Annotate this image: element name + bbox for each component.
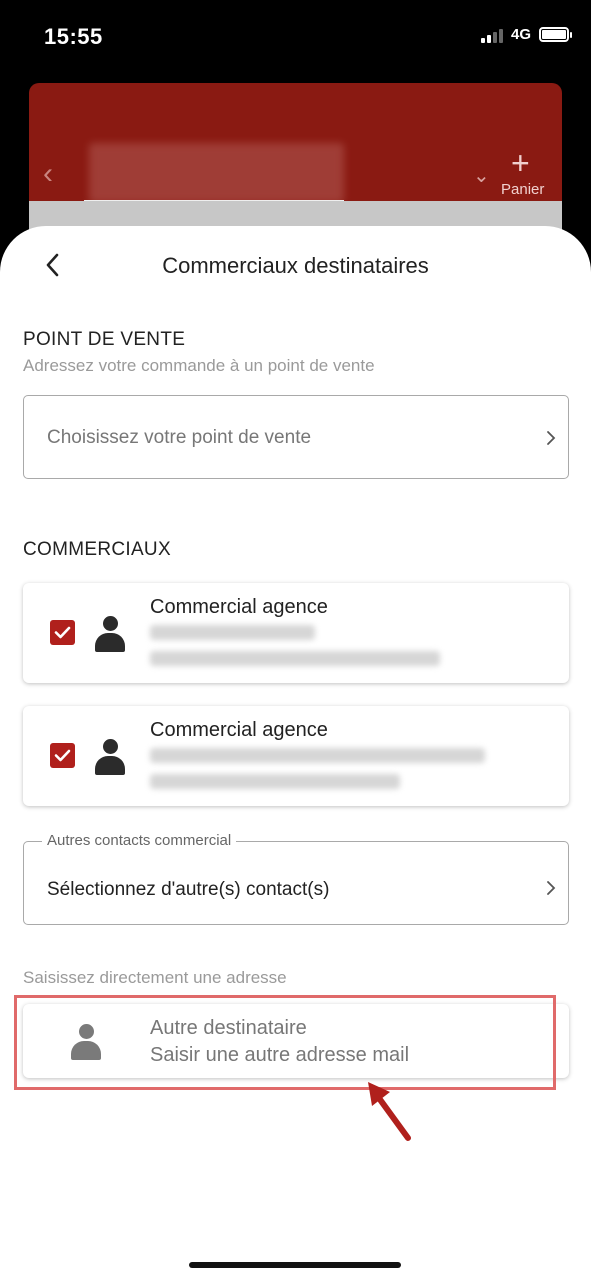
background-back-icon: ‹	[43, 157, 53, 190]
background-chevron-down-icon: ⌄	[473, 165, 490, 187]
background-header-card: ‹ ⌄ + Panier	[29, 83, 562, 243]
contact-card[interactable]: Commercial agence	[23, 583, 569, 683]
status-indicators: 4G	[480, 26, 572, 43]
annotation-highlight-box	[14, 995, 556, 1090]
redacted-contact-name	[150, 625, 315, 640]
annotation-arrow-icon	[368, 1082, 411, 1141]
background-plus-icon: +	[511, 145, 530, 181]
chevron-right-icon	[546, 880, 556, 901]
redacted-contact-name	[150, 748, 485, 763]
page-title: Commerciaux destinataires	[162, 253, 429, 278]
status-bar: 15:55 4G	[0, 0, 591, 72]
chevron-right-icon	[546, 430, 556, 451]
direct-address-subtitle: Saisissez directement une adresse	[23, 968, 287, 987]
contact-title: Commercial agence	[150, 719, 328, 741]
person-icon	[95, 616, 125, 652]
autres-contacts-label: Autres contacts commercial	[42, 832, 237, 849]
redacted-contact-email	[150, 774, 400, 789]
bottom-sheet: Commerciaux destinataires POINT DE VENTE…	[0, 226, 591, 1280]
background-panier-label: Panier	[501, 181, 545, 198]
network-label: 4G	[510, 26, 531, 43]
point-de-vente-subtitle: Adressez votre commande à un point de ve…	[23, 356, 375, 375]
contact-card[interactable]: Commercial agence	[23, 706, 569, 806]
point-de-vente-placeholder: Choisissez votre point de vente	[47, 427, 312, 448]
battery-icon	[539, 27, 572, 42]
point-de-vente-select[interactable]: Choisissez votre point de vente	[23, 395, 569, 479]
contact-title: Commercial agence	[150, 596, 328, 618]
person-icon	[95, 739, 125, 775]
autres-contacts-value: Sélectionnez d'autre(s) contact(s)	[47, 879, 330, 900]
signal-icon	[480, 27, 503, 43]
commerciaux-title: COMMERCIAUX	[23, 539, 171, 560]
home-indicator	[189, 1262, 401, 1268]
checkbox-checked-icon[interactable]	[50, 743, 75, 768]
background-redacted-text	[89, 143, 344, 203]
redacted-contact-email	[150, 651, 440, 666]
point-de-vente-title: POINT DE VENTE	[23, 329, 186, 350]
checkbox-checked-icon[interactable]	[50, 620, 75, 645]
status-time: 15:55	[44, 24, 103, 49]
autres-contacts-select[interactable]: Autres contacts commercial Sélectionnez …	[23, 832, 569, 925]
